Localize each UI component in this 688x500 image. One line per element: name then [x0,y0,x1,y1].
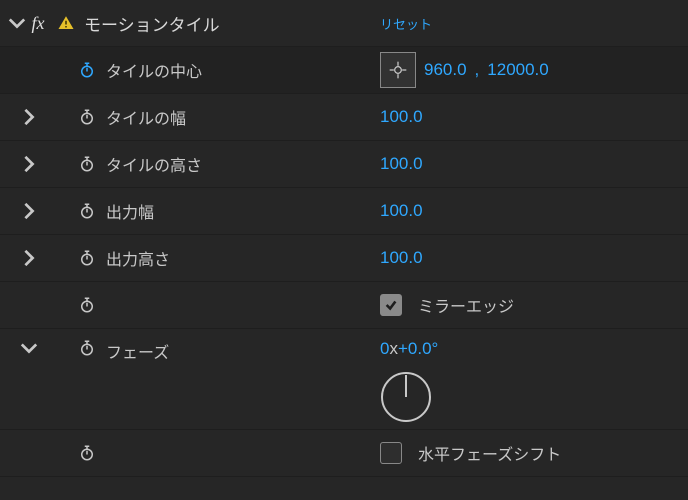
prop-row-tile-center: タイルの中心 960.0, 12000.0 [0,47,688,94]
stopwatch-icon[interactable] [74,202,100,220]
prop-row-horizontal-phase-shift: 水平フェーズシフト [0,430,688,477]
stopwatch-icon[interactable] [74,61,100,79]
prop-twisty[interactable] [20,155,38,173]
prop-label[interactable]: フェーズ [106,339,169,363]
prop-row-tile-width: タイルの幅 100.0 [0,94,688,141]
stopwatch-icon[interactable] [74,339,100,357]
prop-twisty[interactable] [20,249,38,267]
prop-row-output-height: 出力高さ 100.0 [0,235,688,282]
value[interactable]: 100.0 [380,248,423,268]
prop-label[interactable]: タイルの中心 [106,58,202,82]
prop-row-mirror-edges: ミラーエッジ [0,282,688,329]
prop-row-tile-height: タイルの高さ 100.0 [0,141,688,188]
effect-name[interactable]: モーションタイル [84,11,220,36]
prop-row-phase: フェーズ 0x+0.0° [0,329,688,430]
prop-row-output-width: 出力幅 100.0 [0,188,688,235]
stopwatch-icon[interactable] [74,444,100,462]
mirror-edges-label: ミラーエッジ [418,293,514,317]
effect-twisty[interactable] [8,14,26,32]
stopwatch-icon[interactable] [74,155,100,173]
reset-link[interactable]: リセット [380,14,432,33]
horizontal-phase-shift-checkbox[interactable] [380,442,402,464]
effect-header-row: fx モーションタイル リセット [0,0,688,47]
prop-twisty[interactable] [20,202,38,220]
phase-sep: x [389,339,398,358]
prop-label[interactable]: タイルの幅 [106,105,186,129]
stopwatch-icon[interactable] [74,249,100,267]
prop-label[interactable]: 出力幅 [106,199,154,223]
warning-icon [54,14,78,32]
value[interactable]: 100.0 [380,154,423,174]
phase-dial[interactable] [380,371,432,423]
point-target-button[interactable] [380,52,416,88]
value-sep: , [475,60,480,80]
mirror-edges-checkbox[interactable] [380,294,402,316]
stopwatch-icon[interactable] [74,108,100,126]
prop-label[interactable]: 出力高さ [106,246,170,270]
prop-label[interactable]: タイルの高さ [106,152,202,176]
phase-degrees[interactable]: +0.0° [398,339,438,358]
value-y[interactable]: 12000.0 [487,60,548,80]
horizontal-phase-shift-label: 水平フェーズシフト [418,441,561,465]
fx-icon: fx [26,13,50,34]
stopwatch-icon[interactable] [74,296,100,314]
value[interactable]: 100.0 [380,201,423,221]
prop-twisty[interactable] [20,339,38,357]
value[interactable]: 100.0 [380,107,423,127]
effect-panel: fx モーションタイル リセット タイルの中心 960.0, 12000.0 [0,0,688,500]
prop-twisty[interactable] [20,108,38,126]
value-x[interactable]: 960.0 [424,60,467,80]
